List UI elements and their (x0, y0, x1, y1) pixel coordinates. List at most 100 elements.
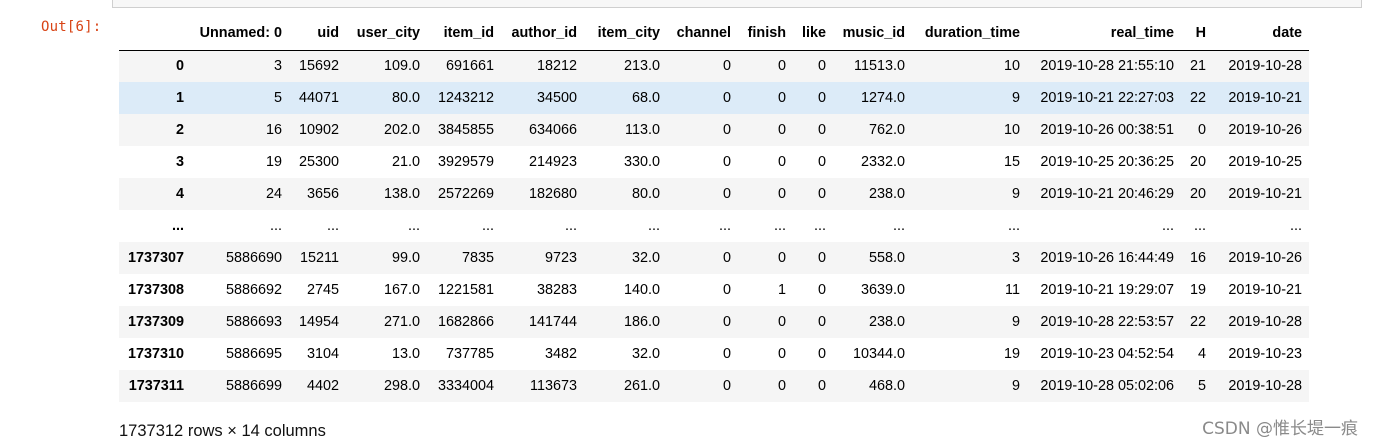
table-cell: 7835 (461, 250, 494, 266)
table-cell: 2019-10-26 00:38:51 (1040, 122, 1174, 138)
table-cell: 5 (273, 90, 282, 106)
table-cell: 22 (1189, 314, 1206, 330)
table-cell: 10 (1003, 122, 1020, 138)
table-cell: ... (408, 218, 420, 234)
row-index: 1737310 (127, 346, 184, 362)
table-cell: ... (893, 218, 905, 234)
index-header (119, 16, 191, 51)
table-cell: 2019-10-21 (1228, 186, 1302, 202)
row-index: 0 (175, 58, 184, 75)
dataframe-shape-summary: 1737312 rows × 14 columns (119, 422, 326, 440)
table-cell: 3845855 (437, 122, 494, 138)
table-cell: 138.0 (383, 186, 420, 202)
table-cell: 15211 (300, 250, 339, 266)
table-row: 0 3 15692 109.0 691661 18212 213.0 0 0 0 11513.0 10… (119, 50, 1309, 82)
row-index: 4 (175, 186, 184, 202)
table-cell: 113673 (530, 378, 577, 394)
table-cell: 9723 (544, 250, 577, 266)
row-index: 1737309 (127, 314, 184, 330)
table-cell: 141744 (528, 314, 577, 330)
table-cell: 3 (1011, 250, 1020, 266)
row-index: 1 (175, 90, 184, 106)
cell-output-area: Unnamed: 0 uid user_city item_id author_id it… (119, 16, 1309, 402)
table-cell: 99.0 (391, 250, 420, 266)
table-cell: 5886699 (225, 378, 282, 394)
column-header: author_id (501, 16, 584, 51)
table-cell: 0 (817, 154, 826, 170)
table-cell: 202.0 (383, 122, 420, 138)
column-header: date (1213, 16, 1309, 51)
table-cell: 19 (1003, 346, 1020, 362)
table-row: 1737308 5886692 2745 167.0 1221581 38283 140.0… (119, 274, 1309, 306)
table-cell: 1274.0 (860, 90, 905, 106)
previous-cell-input-area (112, 0, 1362, 8)
table-cell: 3334004 (437, 378, 494, 394)
table-cell: 2019-10-26 16:44:49 (1040, 250, 1174, 266)
row-index: 1737308 (127, 282, 184, 298)
row-index: 3 (175, 154, 184, 170)
table-cell: 1221581 (437, 282, 494, 298)
table-cell: 0 (817, 346, 826, 362)
table-cell: 182680 (528, 186, 577, 202)
table-cell: 2019-10-21 20:46:29 (1040, 186, 1174, 202)
column-header: item_id (427, 16, 501, 51)
table-cell: 1682866 (437, 314, 494, 330)
table-cell: 3104 (306, 346, 339, 362)
table-cell: 80.0 (391, 90, 420, 106)
table-cell: 0 (722, 346, 731, 362)
row-index: ... (172, 218, 184, 234)
table-cell: 20 (1189, 186, 1206, 202)
table-cell: 2019-10-21 (1228, 90, 1302, 106)
watermark: CSDN @惟长堤一痕 (1202, 419, 1358, 439)
table-cell: 468.0 (868, 378, 905, 394)
table-cell: 14954 (298, 314, 339, 330)
table-cell: 9 (1011, 378, 1020, 394)
table-cell: 0 (722, 122, 731, 138)
table-cell: 186.0 (623, 314, 660, 330)
table-cell: 0 (777, 58, 786, 75)
column-header: real_time (1027, 16, 1181, 51)
column-header: music_id (833, 16, 912, 51)
table-cell: 80.0 (631, 186, 660, 202)
table-cell: 38283 (536, 282, 577, 298)
table-row: 1737309 5886693 14954 271.0 1682866 141744 186… (119, 306, 1309, 338)
column-header: like (793, 16, 833, 51)
table-cell: 167.0 (383, 282, 420, 298)
column-header: Unnamed: 0 (191, 16, 289, 51)
table-cell: 15692 (298, 58, 339, 75)
table-cell: 2019-10-28 (1228, 378, 1302, 394)
table-cell: 558.0 (868, 250, 905, 266)
table-cell: 16 (1189, 250, 1206, 266)
table-cell: 9 (1011, 186, 1020, 202)
table-cell: 298.0 (383, 378, 420, 394)
table-cell: 0 (817, 314, 826, 330)
table-cell: 13.0 (391, 346, 420, 362)
table-cell: 1243212 (437, 90, 494, 106)
table-cell: ... (1194, 218, 1206, 234)
table-cell: 0 (722, 186, 731, 202)
table-cell: 109.0 (383, 58, 420, 75)
table-cell: 3656 (306, 186, 339, 202)
table-cell: 11513.0 (854, 58, 905, 75)
table-cell: 2019-10-25 20:36:25 (1040, 154, 1174, 170)
table-cell: 24 (265, 186, 282, 202)
table-cell: 238.0 (868, 314, 905, 330)
table-cell: 2019-10-28 22:53:57 (1040, 314, 1174, 330)
table-cell: 20 (1189, 154, 1206, 170)
table-cell: 1 (777, 282, 786, 298)
table-cell: 44071 (298, 90, 339, 106)
table-row: 1737311 5886699 4402 298.0 3334004 113673 261.… (119, 370, 1309, 402)
table-cell: 4402 (306, 378, 339, 394)
table-row: 1737307 5886690 15211 99.0 7835 9723 32.0 0 0 0 55… (119, 242, 1309, 274)
column-header: uid (289, 16, 346, 51)
table-cell: 214923 (528, 154, 577, 170)
table-cell: 2019-10-25 (1228, 154, 1302, 170)
table-header-row: Unnamed: 0 uid user_city item_id author_id it… (119, 16, 1309, 51)
table-cell: 10902 (298, 122, 339, 138)
table-cell: 261.0 (623, 378, 660, 394)
table-cell: 15 (1003, 154, 1020, 170)
table-cell: ... (814, 218, 826, 234)
table-cell: ... (1162, 218, 1174, 234)
table-cell: 0 (777, 314, 786, 330)
table-cell: 19 (1189, 282, 1206, 298)
